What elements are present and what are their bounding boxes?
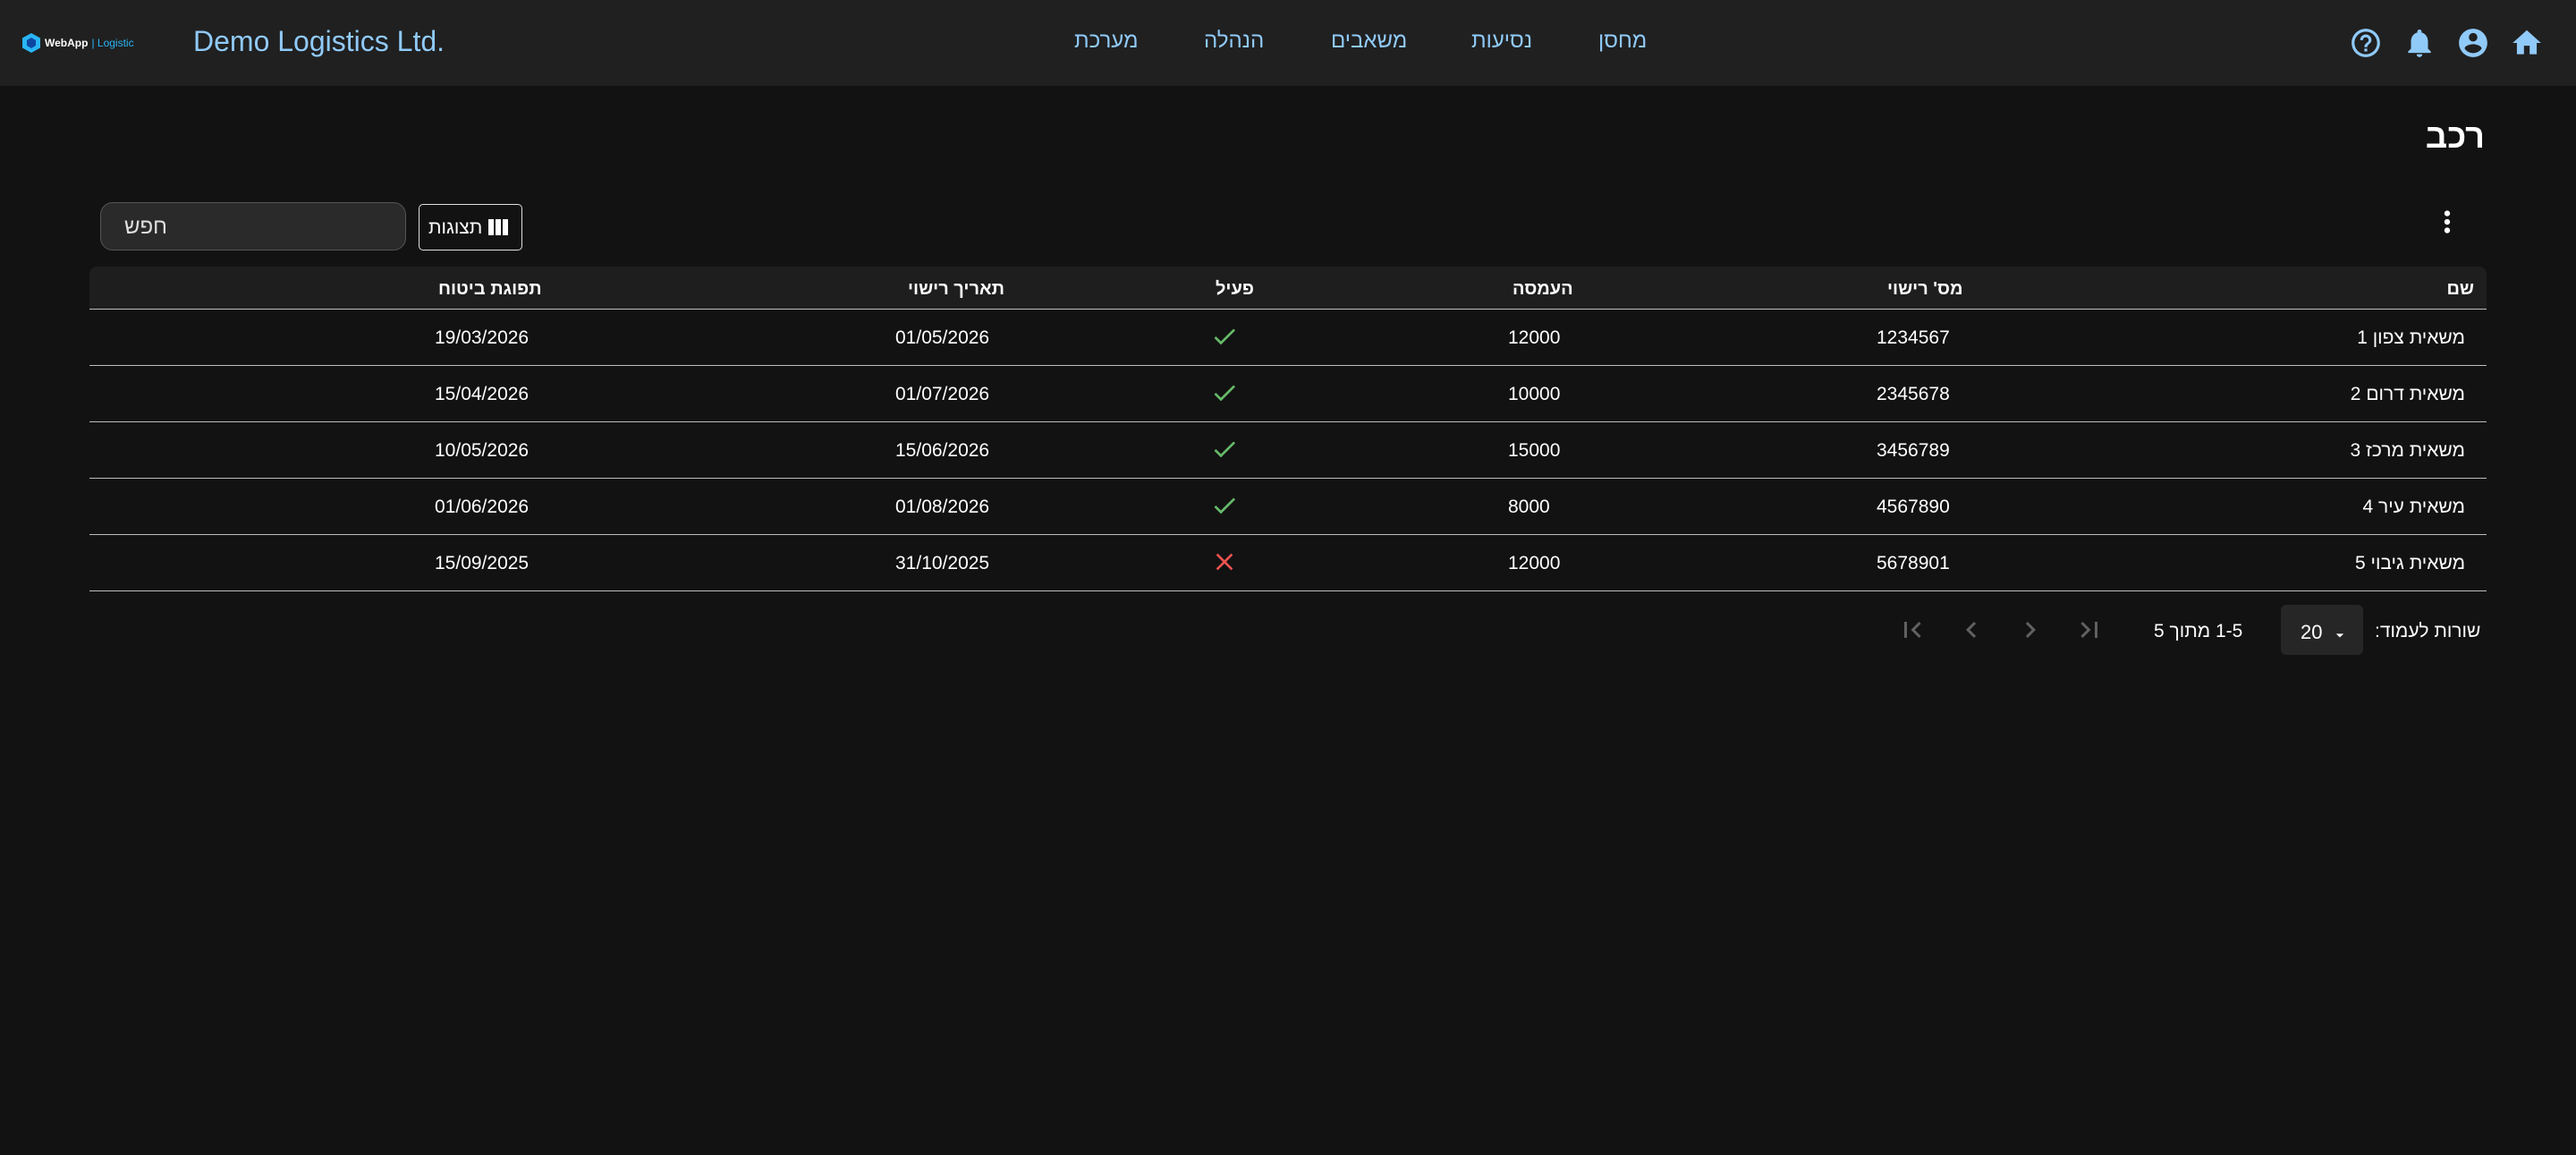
header-insurance-expiry[interactable]: תפוגת ביטוח — [438, 279, 542, 300]
cell-name: משאית צפון 1 — [2357, 327, 2465, 348]
previous-page-icon[interactable] — [1955, 614, 1987, 646]
cell-load: 12000 — [1508, 327, 1561, 348]
page-title: רכב — [2425, 118, 2485, 156]
close-icon — [1210, 548, 1239, 576]
check-icon — [1210, 378, 1239, 407]
cell-load: 10000 — [1508, 384, 1561, 404]
check-icon — [1210, 491, 1239, 520]
next-page-icon[interactable] — [2014, 614, 2046, 646]
page-range: 1-5 מתוך 5 — [2154, 621, 2243, 641]
nav-warehouse[interactable]: מחסן — [1598, 29, 1647, 54]
cell-registration-date: 15/06/2026 — [895, 440, 990, 461]
help-icon[interactable] — [2349, 26, 2383, 60]
nav-trips[interactable]: נסיעות — [1471, 29, 1532, 54]
cell-name: משאית מרכז 3 — [2350, 440, 2465, 461]
cell-plate: 4567890 — [1877, 497, 1950, 517]
nav-management[interactable]: הנהלה — [1204, 29, 1264, 54]
last-page-icon[interactable] — [2073, 614, 2106, 646]
more-options-icon[interactable] — [2430, 205, 2464, 239]
table-row[interactable]: משאית גיבוי 5 5678901 12000 31/10/2025 1… — [89, 535, 2487, 591]
header-plate[interactable]: מס' רישוי — [1887, 279, 1963, 300]
notifications-icon[interactable] — [2402, 26, 2436, 60]
header-name[interactable]: שם — [2446, 279, 2474, 300]
first-page-icon[interactable] — [1896, 614, 1928, 646]
webapp-logo[interactable]: WebApp | Logistic — [21, 30, 134, 55]
cell-plate: 5678901 — [1877, 553, 1950, 573]
header-load[interactable]: העמסה — [1513, 279, 1573, 300]
nav-system[interactable]: מערכת — [1074, 29, 1139, 54]
cell-plate: 2345678 — [1877, 384, 1950, 404]
cell-plate: 3456789 — [1877, 440, 1950, 461]
check-icon — [1210, 435, 1239, 463]
logo-webapp-text: WebApp — [45, 37, 89, 49]
logo-logistic-text: | Logistic — [91, 37, 134, 49]
rows-per-page-select[interactable]: 20 — [2281, 605, 2363, 655]
cell-plate: 1234567 — [1877, 327, 1950, 348]
home-icon[interactable] — [2510, 26, 2544, 60]
search-placeholder: חפש — [124, 215, 167, 239]
views-button[interactable]: תצוגות — [419, 204, 522, 251]
cell-registration-date: 01/07/2026 — [895, 384, 990, 404]
cell-name: משאית גיבוי 5 — [2354, 553, 2465, 573]
cell-name: משאית עיר 4 — [2362, 497, 2465, 517]
views-label: תצוגות — [428, 217, 483, 238]
company-name: Demo Logistics Ltd. — [193, 25, 445, 57]
header-registration-date[interactable]: תאריך רישוי — [908, 279, 1004, 300]
app-bar: WebApp | Logistic Demo Logistics Ltd. מח… — [0, 0, 2576, 86]
table-row[interactable]: משאית צפון 1 1234567 12000 01/05/2026 19… — [89, 310, 2487, 366]
cell-name: משאית דרום 2 — [2350, 384, 2465, 404]
pagination: שורות לעמוד: 20 1-5 מתוך 5 — [0, 605, 2576, 658]
cell-registration-date: 31/10/2025 — [895, 553, 990, 573]
table-row[interactable]: משאית מרכז 3 3456789 15000 15/06/2026 10… — [89, 422, 2487, 479]
caret-down-icon — [2335, 633, 2344, 638]
rows-per-page-value: 20 — [2301, 621, 2323, 643]
cell-insurance-expiry: 01/06/2026 — [435, 497, 530, 517]
cell-insurance-expiry: 10/05/2026 — [435, 440, 530, 461]
rows-per-page-label: שורות לעמוד: — [2375, 621, 2481, 641]
cell-load: 8000 — [1508, 497, 1550, 517]
cell-load: 12000 — [1508, 553, 1561, 573]
table-header: שם מס' רישוי העמסה פעיל תאריך רישוי תפוג… — [89, 267, 2487, 310]
cell-registration-date: 01/08/2026 — [895, 497, 990, 517]
nav-resources[interactable]: משאבים — [1331, 29, 1407, 54]
cell-insurance-expiry: 15/04/2026 — [435, 384, 530, 404]
account-icon[interactable] — [2456, 26, 2490, 60]
header-active[interactable]: פעיל — [1216, 279, 1254, 300]
table-row[interactable]: משאית עיר 4 4567890 8000 01/08/2026 01/0… — [89, 479, 2487, 535]
cell-registration-date: 01/05/2026 — [895, 327, 990, 348]
search-input[interactable]: חפש — [100, 202, 406, 251]
vehicles-table: שם מס' רישוי העמסה פעיל תאריך רישוי תפוג… — [89, 267, 2487, 591]
table-row[interactable]: משאית דרום 2 2345678 10000 01/07/2026 15… — [89, 366, 2487, 422]
cell-insurance-expiry: 15/09/2025 — [435, 553, 530, 573]
check-icon — [1210, 322, 1239, 351]
logo-hexagon-icon — [22, 33, 40, 53]
cell-insurance-expiry: 19/03/2026 — [435, 327, 530, 348]
view-columns-icon — [488, 219, 508, 235]
cell-load: 15000 — [1508, 440, 1561, 461]
